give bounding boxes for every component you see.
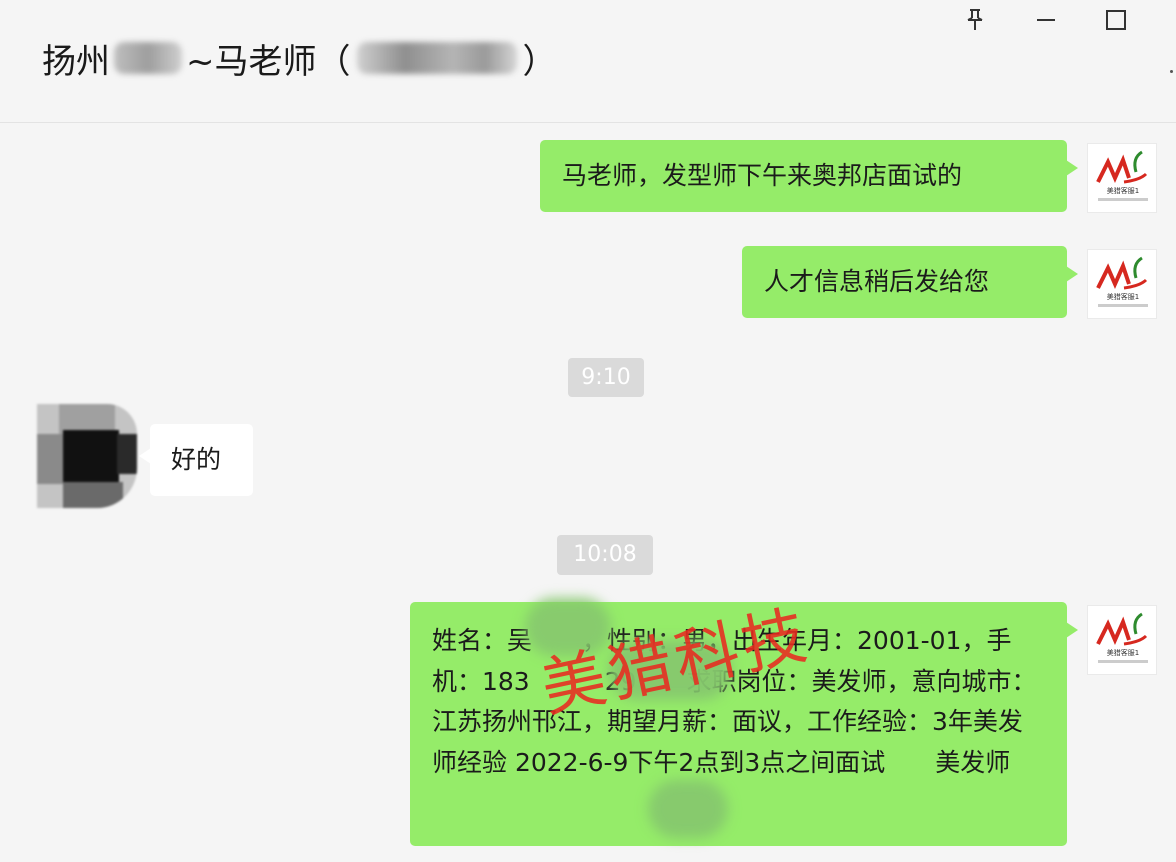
sender-logo-caption: 美猎客服1 (1106, 187, 1140, 195)
sender-logo-icon (1096, 150, 1148, 184)
title-bar: 扬州 ~马老师（ ） (0, 0, 1176, 123)
sender-logo-caption: 美猎客服1 (1106, 649, 1140, 657)
sender-logo-caption: 美猎客服1 (1106, 293, 1140, 301)
chat-title-prefix: 扬州 (42, 41, 110, 82)
timestamp: 10:08 (557, 535, 653, 575)
sender-avatar[interactable]: 美猎客服1 (1087, 605, 1157, 675)
chat-title: 扬州 ~马老师（ ） (42, 36, 557, 82)
message-bubble-received[interactable]: 好的 (139, 424, 253, 496)
sender-logo-icon (1096, 256, 1148, 290)
chat-title-suffix: ） (522, 41, 557, 82)
minimize-icon[interactable] (1026, 4, 1066, 36)
sender-logo-line (1098, 304, 1148, 307)
sender-logo-line (1098, 198, 1148, 201)
message-bubble-sent[interactable]: 人才信息稍后发给您 (742, 246, 1078, 318)
sender-logo-icon (1096, 612, 1148, 646)
chat-title-contact: ~马老师（ (186, 41, 351, 82)
contact-avatar[interactable] (37, 404, 137, 508)
sender-logo-line (1098, 660, 1148, 663)
redacted-name (114, 42, 182, 74)
sender-avatar[interactable]: 美猎客服1 (1087, 143, 1157, 213)
maximize-icon[interactable] (1096, 4, 1136, 36)
pin-icon[interactable] (955, 4, 995, 36)
more-dot (1170, 70, 1173, 73)
redaction-blur (648, 780, 728, 838)
message-bubble-sent[interactable]: 马老师，发型师下午来奥邦店面试的 (540, 140, 1078, 212)
redacted-id (356, 42, 517, 74)
timestamp: 9:10 (568, 358, 644, 397)
sender-avatar[interactable]: 美猎客服1 (1087, 249, 1157, 319)
